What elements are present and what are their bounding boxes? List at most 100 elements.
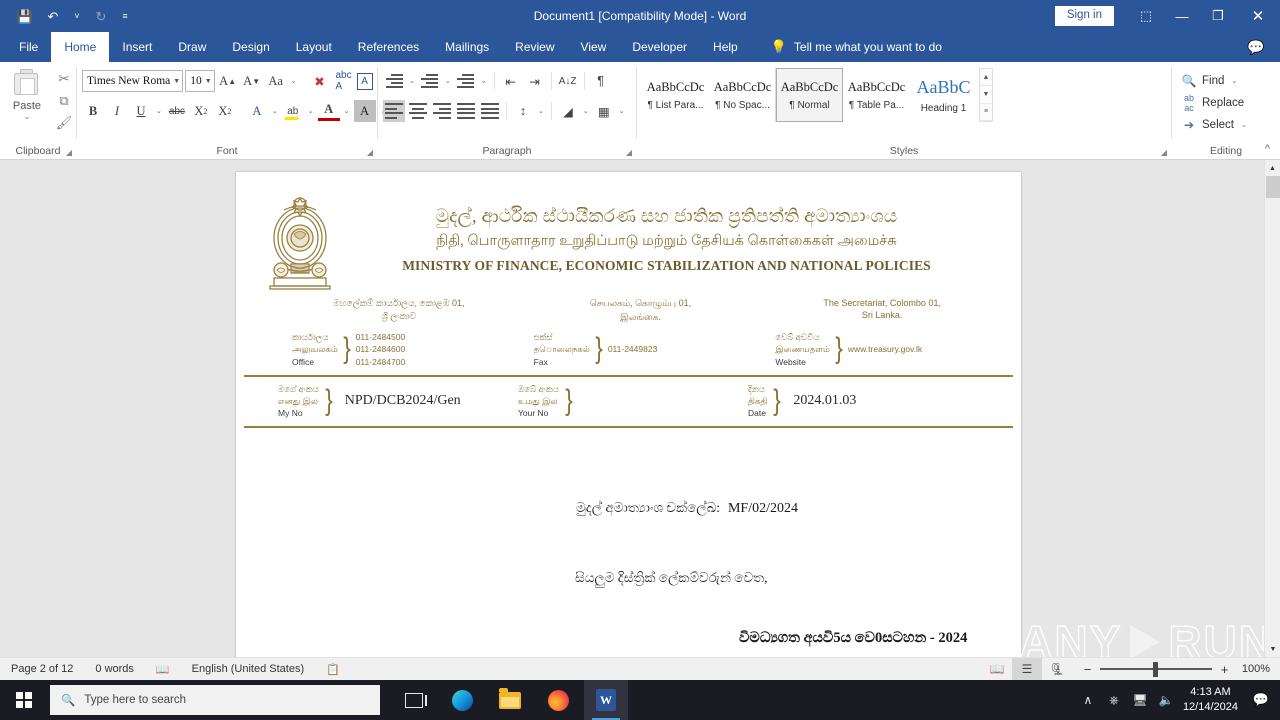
bold-button[interactable]: B <box>82 100 104 122</box>
bullets-dropdown-icon[interactable]: ⌄ <box>407 77 417 85</box>
numbering-icon[interactable] <box>419 70 441 92</box>
styles-scroll-down-icon[interactable]: ▼ <box>980 86 992 103</box>
subscript-button[interactable]: X2 <box>190 100 212 122</box>
select-dropdown-icon[interactable]: ⌄ <box>1239 121 1249 129</box>
network-icon[interactable]: 🖥 <box>1127 680 1153 720</box>
sign-in-button[interactable]: Sign in <box>1055 6 1114 26</box>
text-effects-dropdown-icon[interactable]: ⌄ <box>270 107 280 115</box>
word-count[interactable]: 0 words <box>84 663 145 675</box>
tab-review[interactable]: Review <box>502 32 567 62</box>
style-table-paragraph[interactable]: AaBbCcDc ¶ Table Pa... <box>843 68 910 122</box>
replace-button[interactable]: ab ac Replace <box>1177 92 1275 114</box>
accessibility-checker-icon[interactable]: 📋 <box>315 663 351 676</box>
tab-insert[interactable]: Insert <box>109 32 165 62</box>
print-layout-button[interactable]: ☰ <box>1012 658 1042 681</box>
taskbar-microsoft-edge[interactable] <box>440 680 484 720</box>
styles-scroll-up-icon[interactable]: ▲ <box>980 69 992 86</box>
chevron-down-icon[interactable]: ▼ <box>202 77 212 85</box>
select-button[interactable]: ➔ Select ⌄ <box>1177 114 1275 136</box>
text-highlight-color-icon[interactable]: ab <box>282 100 304 122</box>
taskbar-clock[interactable]: 4:13 AM 12/14/2024 <box>1179 685 1246 715</box>
tab-help[interactable]: Help <box>700 32 751 62</box>
phonetic-guide-icon[interactable]: abc A <box>333 70 355 92</box>
align-right-button[interactable] <box>431 100 453 122</box>
zoom-slider-thumb[interactable] <box>1153 662 1158 677</box>
distributed-button[interactable] <box>479 100 501 122</box>
tab-draw[interactable]: Draw <box>165 32 219 62</box>
ribbon-display-options-icon[interactable]: ⬚ <box>1128 0 1164 32</box>
styles-gallery-scroll[interactable]: ▲ ▼ ≡ <box>979 68 993 122</box>
tab-design[interactable]: Design <box>219 32 282 62</box>
line-spacing-icon[interactable]: ↕ <box>512 100 534 122</box>
strikethrough-button[interactable]: abc <box>166 100 188 122</box>
tab-layout[interactable]: Layout <box>283 32 345 62</box>
comments-icon[interactable]: 💬 <box>1246 37 1266 57</box>
line-spacing-dropdown-icon[interactable]: ⌄ <box>536 107 546 115</box>
font-dialog-launcher[interactable]: ◢ <box>367 148 373 157</box>
find-button[interactable]: 🔍 Find ⌄ <box>1177 70 1275 92</box>
show-hidden-icons-icon[interactable]: ∧ <box>1075 680 1101 720</box>
font-size-input[interactable]: 10 ▼ <box>185 70 214 92</box>
find-dropdown-icon[interactable]: ⌄ <box>1229 77 1239 85</box>
style-no-spacing[interactable]: AaBbCcDc ¶ No Spac... <box>709 68 776 122</box>
read-mode-button[interactable]: 📖 <box>982 658 1012 681</box>
notification-center-icon[interactable]: 💬 <box>1246 680 1276 720</box>
zoom-control[interactable]: − + <box>1072 658 1240 681</box>
borders-icon[interactable]: ▦ <box>593 100 615 122</box>
decrease-indent-icon[interactable]: ⇤ <box>500 70 522 92</box>
styles-dialog-launcher[interactable]: ◢ <box>1161 148 1167 157</box>
multilevel-list-icon[interactable] <box>455 70 477 92</box>
zoom-slider[interactable] <box>1100 658 1212 681</box>
taskbar-firefox[interactable] <box>536 680 580 720</box>
start-button[interactable] <box>0 680 48 720</box>
shading-icon[interactable]: ◢ <box>557 100 579 122</box>
font-color-icon[interactable]: A <box>318 102 340 121</box>
customize-qat-icon[interactable]: ≡ <box>116 3 134 29</box>
close-icon[interactable]: ✕ <box>1236 0 1280 32</box>
paragraph-dialog-launcher[interactable]: ◢ <box>626 148 632 157</box>
increase-indent-icon[interactable]: ⇥ <box>524 70 546 92</box>
vertical-scrollbar[interactable]: ▲ ▼ <box>1264 160 1280 657</box>
minimize-icon[interactable]: — <box>1164 0 1200 32</box>
numbering-dropdown-icon[interactable]: ⌄ <box>443 77 453 85</box>
font-color-dropdown-icon[interactable]: ⌄ <box>342 107 352 115</box>
tab-view[interactable]: View <box>568 32 620 62</box>
zoom-level-label[interactable]: 100% <box>1240 663 1280 675</box>
zoom-in-button[interactable]: + <box>1219 662 1230 677</box>
clipboard-dialog-launcher[interactable]: ◢ <box>66 148 72 157</box>
highlight-dropdown-icon[interactable]: ⌄ <box>306 107 316 115</box>
align-center-button[interactable] <box>407 100 429 122</box>
tab-developer[interactable]: Developer <box>619 32 700 62</box>
italic-button[interactable]: I <box>106 100 128 122</box>
styles-more-icon[interactable]: ≡ <box>980 104 992 121</box>
justify-button[interactable] <box>455 100 477 122</box>
font-name-input[interactable]: Times New Roma ▼ <box>82 70 183 92</box>
change-case-dropdown-icon[interactable]: ⌄ <box>289 77 299 85</box>
volume-icon[interactable]: 🔈 <box>1153 680 1179 720</box>
zoom-out-button[interactable]: − <box>1082 662 1093 677</box>
web-layout-button[interactable]: 🗜 <box>1042 658 1072 681</box>
scroll-down-icon[interactable]: ▼ <box>1265 641 1280 657</box>
sort-icon[interactable]: A↓Z <box>557 70 579 92</box>
undo-dropdown-icon[interactable]: ˅ <box>68 3 86 29</box>
document-canvas[interactable]: මුදල්, ආර්ථික ස්ථායීකරණ සහ ජාතික ප්‍රතිප… <box>0 160 1280 657</box>
scrollbar-thumb[interactable] <box>1266 176 1280 198</box>
proofing-errors-icon[interactable]: 📖 <box>145 663 181 676</box>
text-shading-icon[interactable]: A <box>354 100 376 122</box>
show-formatting-marks-icon[interactable]: ¶ <box>590 70 612 92</box>
style-normal[interactable]: AaBbCcDc ¶ Normal <box>776 68 843 122</box>
superscript-button[interactable]: X2 <box>214 100 236 122</box>
scroll-up-icon[interactable]: ▲ <box>1265 160 1280 176</box>
borders-dropdown-icon[interactable]: ⌄ <box>617 107 627 115</box>
tab-home[interactable]: Home <box>51 32 109 62</box>
bullets-icon[interactable] <box>383 70 405 92</box>
tell-me-search[interactable]: 💡 Tell me what you want to do <box>771 32 942 62</box>
underline-button[interactable]: U <box>130 100 152 122</box>
language-indicator[interactable]: English (United States) <box>181 663 316 675</box>
taskbar-search-input[interactable]: 🔍 Type here to search <box>50 685 380 715</box>
tab-file[interactable]: File <box>6 32 51 62</box>
style-heading-1[interactable]: AaBbC Heading 1 <box>910 68 977 122</box>
redo-icon[interactable]: ↻ <box>88 3 114 29</box>
tab-mailings[interactable]: Mailings <box>432 32 502 62</box>
underline-dropdown-icon[interactable]: ⌄ <box>154 107 164 115</box>
